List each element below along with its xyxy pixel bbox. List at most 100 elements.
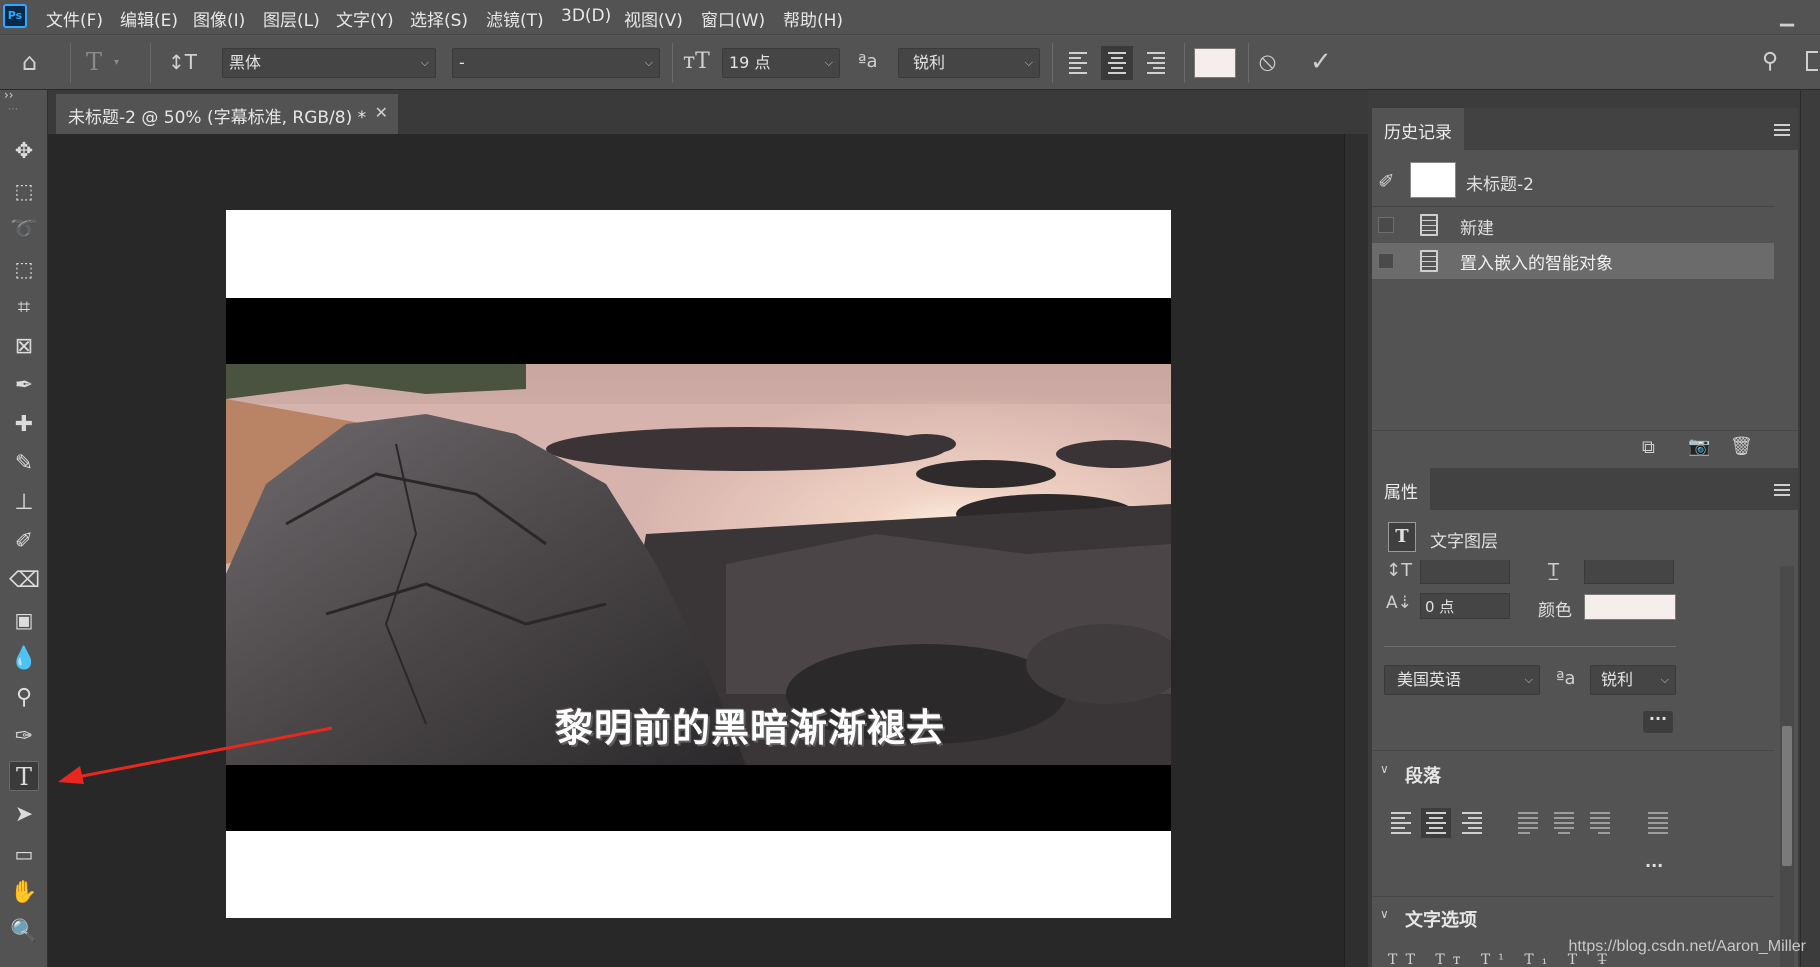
dodge-tool-icon[interactable]: ⚲	[9, 683, 39, 713]
panel-menu-icon[interactable]	[1774, 484, 1790, 496]
language-select[interactable]: 美国英语 ⌵	[1384, 665, 1540, 695]
justify-last-center-button[interactable]	[1549, 808, 1579, 838]
paragraph-align-right-button[interactable]	[1457, 808, 1487, 838]
language-value: 美国英语	[1397, 670, 1462, 689]
chevron-down-icon[interactable]: ∨	[1380, 762, 1389, 776]
history-brush-tool-icon[interactable]: ✐	[9, 527, 39, 557]
toggle-text-orientation-icon[interactable]: ↕T	[168, 47, 197, 77]
font-style-select[interactable]: - ⌵	[452, 48, 660, 78]
history-brush-source-icon[interactable]: ✐	[1378, 169, 1395, 193]
divider	[70, 43, 71, 83]
crop-tool-icon[interactable]: ⌗	[9, 293, 39, 323]
vertical-scrollbar[interactable]	[1344, 134, 1368, 967]
cancel-icon[interactable]: ⦸	[1259, 47, 1276, 77]
font-family-select[interactable]: 黑体 ⌵	[222, 48, 436, 78]
pen-tool-icon[interactable]: ✑	[9, 722, 39, 752]
history-snapshot-row[interactable]: ✐ 未标题-2	[1372, 160, 1774, 202]
divider	[1052, 43, 1053, 83]
snapshot-thumbnail	[1410, 162, 1456, 198]
history-step-row[interactable]: 新建	[1372, 207, 1774, 243]
divider	[150, 43, 151, 83]
scrollbar-thumb[interactable]	[1782, 726, 1792, 866]
new-document-from-state-icon[interactable]: ⧉	[1642, 437, 1655, 458]
properties-color-swatch[interactable]	[1584, 594, 1676, 620]
minimize-icon[interactable]: ▁	[1780, 6, 1794, 27]
close-icon[interactable]: ✕	[375, 103, 388, 122]
camera-icon[interactable]: 📷	[1688, 436, 1710, 457]
hand-tool-icon[interactable]: ✋	[9, 878, 39, 908]
grip-icon[interactable]: ⋯	[8, 104, 20, 115]
antialias-select[interactable]: 锐利 ⌵	[898, 48, 1040, 78]
healing-brush-tool-icon[interactable]: ✚	[9, 410, 39, 440]
menu-layer[interactable]: 图层(L)	[263, 6, 320, 31]
gradient-tool-icon[interactable]: ▣	[9, 605, 39, 635]
collapse-chevrons-icon[interactable]: ››	[4, 88, 14, 102]
object-selection-tool-icon[interactable]: ⬚	[9, 254, 39, 284]
chevron-down-icon[interactable]: ▾	[114, 57, 119, 68]
more-paragraph-options-icon[interactable]: ···	[1645, 856, 1663, 875]
justify-all-button[interactable]	[1643, 808, 1673, 838]
snapshot-name: 未标题-2	[1466, 175, 1534, 195]
text-color-swatch[interactable]	[1194, 48, 1236, 78]
lasso-tool-icon[interactable]: ➰	[9, 215, 39, 245]
properties-panel-header	[1372, 468, 1798, 510]
paragraph-align-center-button[interactable]	[1421, 808, 1451, 838]
properties-panel-tab[interactable]: 属性	[1372, 468, 1430, 510]
subtitle-text-layer[interactable]: 黎明前的黑暗渐渐褪去	[500, 697, 1000, 752]
home-icon[interactable]: ⌂	[22, 47, 37, 77]
history-source-checkbox[interactable]	[1378, 217, 1394, 233]
frame-tool-icon[interactable]: ⊠	[9, 332, 39, 362]
history-source-checkbox[interactable]	[1378, 253, 1394, 269]
eyedropper-tool-icon[interactable]: ✒	[9, 371, 39, 401]
antialias-value: 锐利	[913, 53, 946, 72]
document-tab-strip: 未标题-2 @ 50% (字幕标准, RGB/8) * ✕	[48, 90, 1368, 134]
clone-stamp-tool-icon[interactable]: ⊥	[9, 488, 39, 518]
path-selection-tool-icon[interactable]: ➤	[9, 800, 39, 830]
leading-input[interactable]	[1420, 560, 1510, 584]
document-tab[interactable]: 未标题-2 @ 50% (字幕标准, RGB/8) * ✕	[56, 94, 398, 134]
menu-type[interactable]: 文字(Y)	[336, 6, 394, 31]
rectangle-tool-icon[interactable]: ▭	[9, 839, 39, 869]
brush-tool-icon[interactable]: ✎	[9, 449, 39, 479]
antialias-icon: ªa	[858, 51, 878, 72]
menu-view[interactable]: 视图(V)	[624, 6, 683, 31]
chevron-down-icon[interactable]: ∨	[1380, 907, 1389, 921]
marquee-tool-icon[interactable]: ⬚	[9, 176, 39, 206]
paragraph-align-left-button[interactable]	[1386, 808, 1416, 838]
align-left-button[interactable]	[1062, 46, 1094, 80]
menu-select[interactable]: 选择(S)	[410, 6, 468, 31]
tracking-input[interactable]: 0 点	[1420, 593, 1510, 619]
type-tool-icon[interactable]: T	[9, 761, 39, 791]
baseline-input[interactable]	[1584, 560, 1674, 584]
menu-file[interactable]: 文件(F)	[46, 6, 103, 31]
commit-checkmark-icon[interactable]: ✓	[1310, 47, 1332, 77]
eraser-tool-icon[interactable]: ⌫	[9, 566, 40, 596]
type-tool-preset-icon[interactable]: T	[86, 47, 102, 77]
justify-last-right-button[interactable]	[1585, 808, 1615, 838]
more-options-button[interactable]: ···	[1643, 711, 1673, 733]
properties-scrollbar[interactable]	[1780, 566, 1794, 967]
justify-last-left-button[interactable]	[1513, 808, 1543, 838]
menu-help[interactable]: 帮助(H)	[783, 6, 843, 31]
properties-antialias-select[interactable]: 锐利 ⌵	[1590, 665, 1676, 695]
properties-antialias-value: 锐利	[1601, 670, 1634, 689]
history-panel-tab[interactable]: 历史记录	[1372, 108, 1464, 150]
zoom-tool-icon[interactable]: 🔍	[9, 917, 39, 947]
letterbox-top	[226, 298, 1171, 364]
blur-tool-icon[interactable]: 💧	[9, 644, 39, 674]
chevron-down-icon: ⌵	[1524, 673, 1533, 686]
menu-3d[interactable]: 3D(D)	[561, 6, 611, 26]
align-right-button[interactable]	[1140, 46, 1172, 80]
align-center-button[interactable]	[1101, 46, 1133, 80]
menu-edit[interactable]: 编辑(E)	[120, 6, 178, 31]
history-step-row-active[interactable]: 置入嵌入的智能对象	[1372, 243, 1774, 279]
menu-window[interactable]: 窗口(W)	[701, 6, 765, 31]
menu-filter[interactable]: 滤镜(T)	[486, 6, 544, 31]
trash-icon[interactable]: 🗑	[1730, 436, 1753, 457]
move-tool-icon[interactable]: ✥	[9, 137, 39, 167]
workspace-icon[interactable]	[1806, 51, 1818, 71]
panel-menu-icon[interactable]	[1774, 124, 1790, 136]
font-size-select[interactable]: 19 点 ⌵	[722, 48, 840, 78]
search-icon[interactable]: ⚲	[1762, 47, 1778, 77]
menu-image[interactable]: 图像(I)	[193, 6, 245, 31]
